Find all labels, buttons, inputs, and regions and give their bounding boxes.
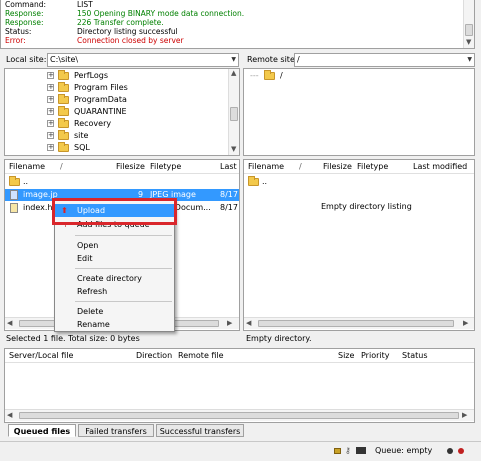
remote-list-hscrollbar[interactable]: ◀ ▶ [244,317,474,329]
column-filesize[interactable]: Filesize [116,160,145,174]
folder-icon [58,142,69,152]
folder-icon [9,176,20,186]
menu-separator [75,268,172,269]
tab-queued-files[interactable]: Queued files [8,424,76,437]
empty-listing-text: Empty directory listing [321,202,412,211]
status-bar: ⚷ Queue: empty [0,441,481,461]
file-row[interactable]: .. [5,176,239,188]
hscroll-thumb[interactable] [258,320,454,327]
scroll-down-icon[interactable]: ▼ [466,38,471,47]
local-directory-tree[interactable]: + PerfLogs + Program Files + ProgramData… [4,68,240,156]
column-remote-file[interactable]: Remote file [178,349,224,363]
lock-icon [334,448,341,454]
column-filetype[interactable]: Filetype [150,160,181,174]
tree-connector: --- [250,71,259,80]
column-filename[interactable]: Filename [9,160,45,174]
menu-separator [75,301,172,302]
queue-status-text: Queue: empty [375,446,433,455]
chevron-down-icon[interactable]: ▼ [467,54,472,66]
menu-item-delete[interactable]: Delete [55,305,174,318]
chevron-down-icon[interactable]: ▼ [231,54,236,66]
folder-icon [58,106,69,116]
expand-icon[interactable]: + [47,144,54,151]
tab-successful-transfers[interactable]: Successful transfers (2) [156,424,244,449]
expand-icon[interactable]: + [47,72,54,79]
folder-icon [58,118,69,128]
folder-icon [264,70,275,80]
menu-item-refresh[interactable]: Refresh [55,285,174,298]
transfer-queue[interactable]: Server/Local file Direction Remote file … [4,348,475,423]
log-row: Response: 226 Transfer complete. [5,18,164,27]
menu-item-open[interactable]: Open [55,239,174,252]
queue-header: Server/Local file Direction Remote file … [5,349,474,363]
folder-icon [58,94,69,104]
column-server-local[interactable]: Server/Local file [9,349,73,363]
local-list-header: Filename / Filesize Filetype Last [5,160,239,174]
menu-item-create-directory[interactable]: Create directory [55,272,174,285]
expand-icon[interactable]: + [47,84,54,91]
log-scroll-thumb[interactable] [465,24,473,36]
remote-site-label: Remote site: [247,55,298,64]
sort-icon: / [60,162,63,171]
column-direction[interactable]: Direction [136,349,172,363]
folder-icon [58,70,69,80]
local-site-label: Local site: [6,55,47,64]
folder-icon [248,176,259,186]
remote-status-text: Empty directory. [246,334,312,343]
scroll-left-icon[interactable]: ◀ [7,319,12,328]
column-priority[interactable]: Priority [361,349,389,363]
activity-light-icon [447,448,453,454]
column-filesize[interactable]: Filesize [323,160,352,174]
log-row: Response: 150 Opening BINARY mode data co… [5,9,245,18]
scroll-down-icon[interactable]: ▼ [231,145,236,154]
image-file-icon [10,190,18,200]
scroll-left-icon[interactable]: ◀ [246,319,251,328]
local-tree-scrollbar[interactable]: ▲ ▼ [228,69,239,155]
scroll-right-icon[interactable]: ▶ [227,319,232,328]
column-last-modified[interactable]: Last [220,160,237,174]
menu-item-edit[interactable]: Edit [55,252,174,265]
scroll-up-icon[interactable]: ▲ [231,69,236,78]
column-filename[interactable]: Filename [248,160,284,174]
scroll-right-icon[interactable]: ▶ [462,411,467,420]
message-log[interactable]: Command: LIST Response: 150 Opening BINARY… [0,0,475,49]
activity-light-icon [458,448,464,454]
column-size[interactable]: Size [338,349,354,363]
expand-icon[interactable]: + [47,108,54,115]
hscroll-thumb[interactable] [19,412,459,419]
scroll-left-icon[interactable]: ◀ [7,411,12,420]
remote-site-path[interactable]: / ▼ [294,53,475,67]
column-status[interactable]: Status [402,349,428,363]
expand-icon[interactable]: + [47,120,54,127]
sort-icon: / [299,162,302,171]
log-row: Command: LIST [5,0,93,9]
binary-mode-icon [356,447,366,454]
expand-icon[interactable]: + [47,132,54,139]
html-file-icon [10,203,18,213]
menu-separator [75,235,172,236]
expand-icon[interactable]: + [47,96,54,103]
log-row: Status: Directory listing successful [5,27,178,36]
log-row: Error: Connection closed by server [5,36,184,45]
tree-scroll-thumb[interactable] [230,107,238,121]
column-last-modified[interactable]: Last modified [413,160,467,174]
remote-file-list[interactable]: Filename / Filesize Filetype Last modifi… [243,159,475,331]
local-status-text: Selected 1 file. Total size: 0 bytes [6,334,140,343]
tab-failed-transfers[interactable]: Failed transfers [78,424,154,437]
highlight-box [52,198,177,225]
menu-item-rename[interactable]: Rename [55,318,174,331]
column-filetype[interactable]: Filetype [357,160,388,174]
file-row[interactable]: .. [244,176,474,188]
queue-hscrollbar[interactable]: ◀ ▶ [5,409,474,421]
folder-icon [58,82,69,92]
log-scrollbar[interactable]: ▼ [463,0,474,48]
folder-icon [58,130,69,140]
scroll-right-icon[interactable]: ▶ [463,319,468,328]
key-icon: ⚷ [345,446,351,455]
local-site-path[interactable]: C:\site\ ▼ [47,53,239,67]
remote-directory-tree[interactable]: --- / [243,68,475,156]
remote-list-header: Filename / Filesize Filetype Last modifi… [244,160,474,174]
